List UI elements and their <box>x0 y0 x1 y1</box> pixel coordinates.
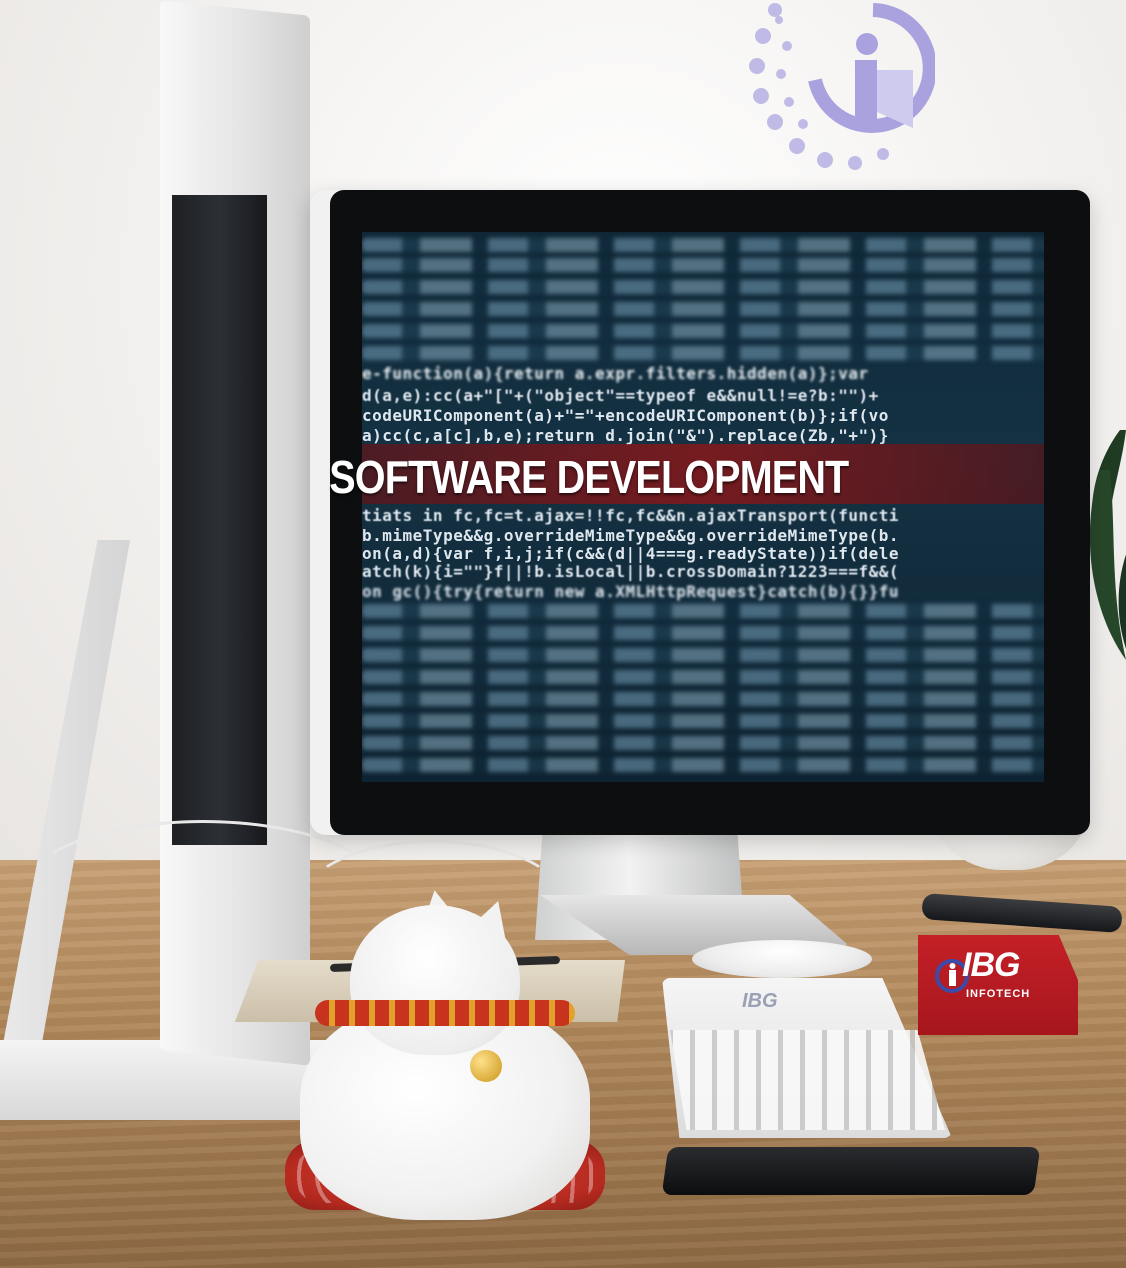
code-blur <box>362 692 1044 706</box>
code-blur <box>362 714 1044 728</box>
code-blur <box>362 346 1044 360</box>
code-blur <box>362 758 1044 772</box>
code-line: tiats in fc,fc=t.ajax=!!fc,fc&&n.ajaxTra… <box>362 506 900 525</box>
code-blur <box>362 626 1044 640</box>
cat-collar <box>315 1000 575 1026</box>
smartphone <box>661 1147 1041 1195</box>
code-line: on gc(){try{return new a.XMLHttpRequest}… <box>362 582 900 601</box>
cat-bell <box>470 1050 502 1082</box>
keyboard-ibg-logo: IBG <box>742 990 778 1012</box>
monitor-screen: e-function(a){return a.expr.filters.hidd… <box>362 232 1044 782</box>
magic-mouse <box>692 940 872 978</box>
lucky-cat-head <box>350 905 520 1055</box>
code-line: e-function(a){return a.expr.filters.hidd… <box>362 364 869 383</box>
code-blur <box>362 302 1044 316</box>
code-blur <box>362 324 1044 338</box>
keyboard-keys <box>670 1030 945 1130</box>
code-blur <box>362 670 1044 684</box>
code-blur <box>362 238 1044 252</box>
code-line: d(a,e):cc(a+"["+("object"==typeof e&&nul… <box>362 386 879 405</box>
code-line: a)cc(c,a[c],b,e);return d.join("&").repl… <box>362 426 889 445</box>
card-ibg-text: IBG <box>962 946 1020 984</box>
code-blur <box>362 604 1044 618</box>
software-development-headline: SOFTWARE DEVELOPMENT <box>329 451 849 503</box>
code-blur <box>362 280 1044 294</box>
code-line: b.mimeType&&g.overrideMimeType&&g.overri… <box>362 526 900 545</box>
side-monitor-screen <box>172 195 267 845</box>
code-blur <box>362 736 1044 750</box>
ibg-watermark-logo <box>749 3 935 170</box>
code-line: codeURIComponent(a)+"="+encodeURICompone… <box>362 406 889 425</box>
code-line: on(a,d){var f,i,j;if(c&&(d||4===g.readyS… <box>362 544 900 563</box>
card-infotech-text: INFOTECH <box>966 988 1031 1000</box>
desk-scene: e-function(a){return a.expr.filters.hidd… <box>0 0 1126 1268</box>
code-blur <box>362 648 1044 662</box>
code-line: atch(k){i=""}f||!b.isLocal||b.crossDomai… <box>362 562 900 581</box>
code-blur <box>362 258 1044 272</box>
